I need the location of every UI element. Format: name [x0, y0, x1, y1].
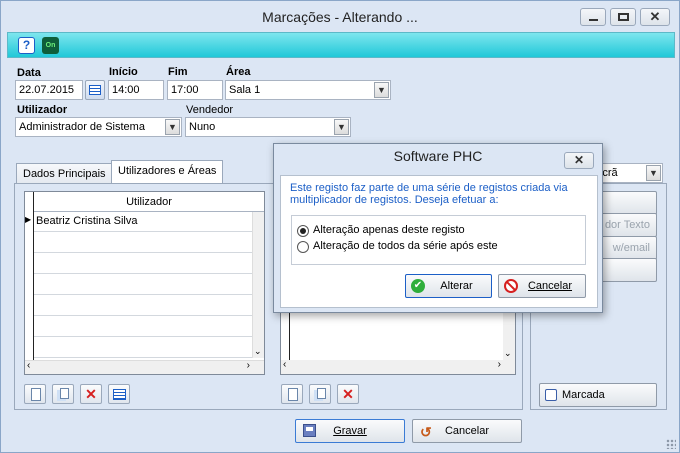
fim-label: Fim: [168, 66, 188, 78]
vendedor-label: Vendedor: [186, 104, 234, 116]
area-select[interactable]: Sala 1 ▼: [225, 80, 391, 100]
fim-field[interactable]: 17:00: [167, 80, 223, 100]
copy-button[interactable]: [309, 384, 331, 404]
delete-button[interactable]: ✕: [80, 384, 102, 404]
calendar-button[interactable]: [85, 80, 105, 100]
close-icon: ✕: [649, 9, 661, 24]
title-bar: Marcações - Alterando ...: [1, 1, 679, 32]
confirmation-dialog: Software PHC ✕ Este registo faz parte de…: [273, 143, 603, 313]
gravar-label: Gravar: [333, 425, 367, 437]
row-pointer-icon: ▶: [25, 215, 32, 224]
save-icon: [303, 424, 316, 437]
check-icon: ✔: [411, 279, 425, 293]
vertical-scrollbar[interactable]: ⌄: [252, 212, 264, 358]
table-row[interactable]: [34, 338, 252, 358]
horizontal-scrollbar[interactable]: ‹ ›: [281, 359, 515, 374]
users-grid[interactable]: Utilizador ▶ Beatriz Cristina Silva ⌄ ‹ …: [24, 191, 265, 375]
chevron-left-icon: ‹: [27, 360, 31, 371]
dialog-title: Software PHC: [393, 148, 483, 164]
data-label: Data: [17, 67, 41, 79]
inicio-field[interactable]: 14:00: [108, 80, 164, 100]
area-value: Sala 1: [229, 84, 261, 96]
chevron-down-icon: ▼: [646, 165, 661, 181]
alterar-label: Alterar: [440, 280, 473, 292]
chevron-left-icon: ‹: [283, 359, 287, 370]
cancelar-button[interactable]: ↺ Cancelar: [412, 419, 522, 443]
chevron-down-icon: ▼: [374, 82, 389, 98]
main-window: Marcações - Alterando ... ✕ ? On Data 22…: [0, 0, 680, 453]
vendedor-value: Nuno: [189, 121, 216, 133]
table-row[interactable]: [34, 254, 252, 274]
minimize-button[interactable]: [580, 8, 606, 26]
new-document-icon: [288, 388, 298, 401]
close-button[interactable]: ✕: [640, 8, 670, 26]
dialog-cancelar-button[interactable]: Cancelar: [498, 274, 586, 298]
chevron-right-icon: ›: [246, 360, 250, 371]
table-row[interactable]: [34, 317, 252, 337]
option-toda-serie-label[interactable]: Alteração de todos da série após este: [313, 240, 498, 252]
new-document-button[interactable]: [281, 384, 303, 404]
on-icon[interactable]: On: [42, 37, 59, 54]
chevron-right-icon: ›: [497, 359, 501, 370]
dialog-message: Este registo faz parte de uma série de r…: [290, 182, 568, 206]
area-label: Área: [226, 66, 251, 78]
dialog-close-button[interactable]: ✕: [564, 152, 594, 169]
inicio-label: Início: [109, 66, 138, 78]
option-group: Alteração apenas deste registo Alteração…: [291, 215, 586, 265]
horizontal-scrollbar[interactable]: ‹ ›: [25, 360, 264, 374]
calendar-icon: [89, 85, 101, 95]
restore-button[interactable]: [610, 8, 636, 26]
dialog-body: Este registo faz parte de uma série de r…: [280, 175, 598, 308]
chevron-down-icon: ⌄: [254, 346, 262, 356]
option-este-registo-radio[interactable]: [297, 225, 309, 237]
table-row[interactable]: [34, 233, 252, 253]
cancelar-label: Cancelar: [444, 425, 490, 437]
data-field[interactable]: 22.07.2015: [15, 80, 83, 100]
toolbar: ? On: [7, 32, 675, 58]
close-icon: ✕: [573, 153, 585, 167]
chevron-down-icon: ▼: [334, 119, 349, 135]
list-icon: [113, 389, 126, 400]
resize-grip-icon[interactable]: [666, 439, 676, 449]
option-este-registo-label[interactable]: Alteração apenas deste registo: [313, 224, 465, 236]
copy-icon: [60, 388, 69, 399]
chevron-down-icon: ⌄: [504, 348, 512, 358]
texto-button-label: dor Texto: [604, 219, 650, 231]
grid-header-utilizador: Utilizador: [34, 192, 264, 212]
list-button[interactable]: [108, 384, 130, 404]
alterar-button[interactable]: ✔ Alterar: [405, 274, 492, 298]
utilizador-value: Administrador de Sistema: [19, 121, 145, 133]
copy-button[interactable]: [52, 384, 74, 404]
help-icon[interactable]: ?: [18, 37, 35, 54]
new-document-button[interactable]: [24, 384, 46, 404]
email-button-label: w/email: [612, 242, 650, 254]
tab-utilizadores-areas[interactable]: Utilizadores e Áreas: [111, 160, 224, 184]
delete-button[interactable]: ✕: [337, 384, 359, 404]
option-toda-serie-radio[interactable]: [297, 241, 309, 253]
table-row[interactable]: [34, 296, 252, 316]
marcada-label: Marcada: [562, 389, 605, 401]
new-document-icon: [31, 388, 41, 401]
cancel-icon: [504, 279, 518, 293]
dialog-cancelar-label: Cancelar: [527, 280, 573, 292]
utilizador-label: Utilizador: [17, 104, 68, 116]
table-row[interactable]: ▶ Beatriz Cristina Silva: [25, 212, 252, 232]
table-cell-utilizador: Beatriz Cristina Silva: [36, 215, 138, 227]
utilizador-select[interactable]: Administrador de Sistema ▼: [15, 117, 182, 137]
delete-icon: ✕: [85, 386, 97, 402]
gravar-button[interactable]: Gravar: [295, 419, 405, 443]
window-title: Marcações - Alterando ...: [262, 9, 418, 25]
vendedor-select[interactable]: Nuno ▼: [185, 117, 351, 137]
tab-dados-principais[interactable]: Dados Principais: [16, 163, 113, 185]
marcada-button[interactable]: Marcada: [539, 383, 657, 407]
undo-icon: ↺: [420, 424, 432, 440]
checkbox-icon: [545, 389, 557, 401]
delete-icon: ✕: [342, 386, 354, 402]
table-row[interactable]: [34, 275, 252, 295]
chevron-down-icon: ▼: [165, 119, 180, 135]
copy-icon: [317, 388, 326, 399]
